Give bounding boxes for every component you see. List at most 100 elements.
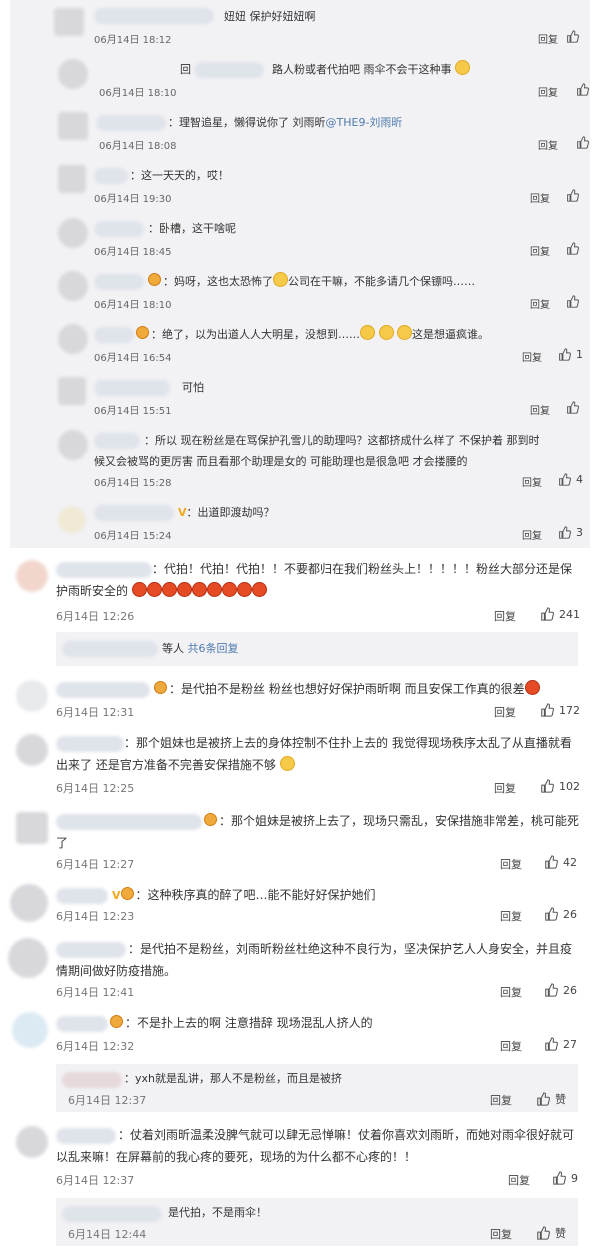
like-button[interactable]: 赞 bbox=[536, 1225, 566, 1241]
comment-date: 6月14日 12:37 bbox=[56, 1174, 135, 1187]
reply-button[interactable]: 回复 bbox=[500, 856, 522, 872]
username[interactable] bbox=[62, 641, 158, 657]
verified-badge-icon: V bbox=[112, 889, 121, 902]
like-button[interactable]: 102 bbox=[540, 779, 580, 793]
like-button[interactable] bbox=[576, 83, 589, 96]
comment-date: 6月14日 12:41 bbox=[56, 986, 135, 999]
avatar[interactable] bbox=[16, 812, 48, 844]
username[interactable] bbox=[94, 380, 170, 396]
thumbs-up-icon bbox=[567, 295, 579, 308]
avatar[interactable] bbox=[16, 734, 48, 766]
like-button[interactable]: 1 bbox=[558, 348, 583, 361]
reply-button[interactable]: 回复 bbox=[530, 296, 550, 311]
sub-replies-summary[interactable]: 等人 共6条回复 bbox=[56, 632, 578, 666]
view-more-replies-link[interactable]: 共6条回复 bbox=[188, 642, 239, 655]
username[interactable] bbox=[96, 115, 166, 131]
username[interactable] bbox=[56, 888, 108, 904]
reply-button[interactable]: 回复 bbox=[500, 984, 522, 1000]
username[interactable] bbox=[56, 1016, 108, 1032]
emoji-icon bbox=[397, 325, 412, 340]
like-button[interactable] bbox=[566, 189, 579, 202]
avatar[interactable] bbox=[16, 560, 48, 592]
fan-badge-icon bbox=[110, 1015, 123, 1028]
avatar[interactable] bbox=[10, 884, 48, 922]
avatar[interactable] bbox=[58, 271, 88, 301]
avatar[interactable] bbox=[58, 377, 86, 405]
avatar[interactable] bbox=[12, 1012, 48, 1048]
mention-link[interactable]: @THE9-刘雨昕 bbox=[326, 116, 403, 129]
nested-comment: ：理智追星，懒得说你了 刘雨昕@THE9-刘雨昕 06月14日 18:08 回复 bbox=[10, 106, 590, 159]
like-button[interactable]: 26 bbox=[544, 907, 577, 921]
avatar[interactable] bbox=[54, 8, 84, 36]
reply-button[interactable]: 回复 bbox=[500, 1038, 522, 1054]
thumbs-up-icon bbox=[559, 473, 571, 486]
username[interactable] bbox=[94, 221, 144, 237]
verified-badge-icon: V bbox=[178, 506, 187, 519]
avatar[interactable] bbox=[58, 218, 88, 248]
thumbs-up-icon bbox=[545, 855, 558, 869]
like-button[interactable]: 42 bbox=[544, 855, 577, 869]
reply-button[interactable]: 回复 bbox=[490, 1092, 512, 1108]
like-button[interactable]: 27 bbox=[544, 1037, 577, 1051]
reply-button[interactable]: 回复 bbox=[530, 402, 550, 417]
username[interactable] bbox=[194, 62, 264, 78]
username[interactable] bbox=[94, 274, 144, 290]
comment-item: ：那个姐妹是被挤上去了，现场只需乱，安保措施非常差，桃可能死了 6月14日 12… bbox=[0, 806, 600, 878]
username[interactable] bbox=[62, 1206, 162, 1222]
avatar[interactable] bbox=[8, 938, 48, 978]
reply-button[interactable]: 回复 bbox=[494, 704, 516, 720]
reply-button[interactable]: 回复 bbox=[522, 527, 542, 542]
like-button[interactable]: 赞 bbox=[536, 1091, 566, 1107]
thumbs-up-icon bbox=[577, 83, 589, 96]
comment-text: ：不是扑上去的啊 注意措辞 现场混乱人挤人的 bbox=[110, 1012, 373, 1034]
like-button[interactable] bbox=[566, 401, 579, 414]
comment-text: 可怕 bbox=[182, 381, 204, 394]
like-button[interactable] bbox=[566, 30, 579, 43]
nested-comment: ：所以 现在粉丝是在骂保护孔雪儿的助理吗？这都挤成什么样了 不保护着 那到时候又… bbox=[10, 424, 590, 496]
reply-button[interactable]: 回复 bbox=[530, 243, 550, 258]
like-button[interactable]: 26 bbox=[544, 983, 577, 997]
reply-button[interactable]: 回复 bbox=[500, 908, 522, 924]
avatar[interactable] bbox=[58, 165, 86, 193]
username[interactable] bbox=[94, 327, 134, 343]
thumbs-up-icon bbox=[541, 607, 554, 621]
username[interactable] bbox=[56, 682, 150, 698]
sub-reply-text: 是代拍，不是雨伞！ bbox=[168, 1206, 267, 1219]
reply-button[interactable]: 回复 bbox=[494, 608, 516, 624]
like-button[interactable]: 172 bbox=[540, 703, 580, 717]
comment-item: ：是代拍不是粉丝，刘雨昕粉丝杜绝这种不良行为，坚决保护艺人人身安全，并且疫情期间… bbox=[0, 934, 600, 1006]
scared-emoji-icon bbox=[273, 272, 288, 287]
username[interactable] bbox=[62, 1072, 122, 1088]
avatar[interactable] bbox=[58, 506, 86, 534]
reply-button[interactable]: 回复 bbox=[494, 780, 516, 796]
username[interactable] bbox=[94, 168, 128, 184]
avatar[interactable] bbox=[58, 59, 88, 89]
reply-button[interactable]: 回复 bbox=[522, 474, 542, 489]
avatar[interactable] bbox=[16, 1126, 48, 1158]
reply-button[interactable]: 回复 bbox=[538, 137, 558, 152]
reply-button[interactable]: 回复 bbox=[508, 1172, 530, 1188]
like-button[interactable]: 3 bbox=[558, 526, 583, 539]
reply-button[interactable]: 回复 bbox=[538, 84, 558, 99]
reply-button[interactable]: 回复 bbox=[530, 190, 550, 205]
reply-button[interactable]: 回复 bbox=[538, 31, 558, 46]
avatar[interactable] bbox=[58, 112, 88, 140]
nested-replies-block: 妞妞 保护好妞妞啊 06月14日 18:12 回复 回 路人粉或者代拍吧 雨伞不… bbox=[10, 0, 590, 548]
avatar[interactable] bbox=[16, 680, 48, 712]
like-button[interactable] bbox=[566, 242, 579, 255]
comment-text: V：出道即渡劫吗？ bbox=[178, 506, 275, 519]
like-button[interactable]: 241 bbox=[540, 607, 580, 621]
like-button[interactable]: 4 bbox=[558, 473, 583, 486]
avatar[interactable] bbox=[58, 430, 88, 460]
username[interactable] bbox=[94, 8, 214, 24]
username[interactable] bbox=[94, 505, 174, 521]
like-button[interactable] bbox=[576, 136, 589, 149]
like-button[interactable]: 9 bbox=[552, 1171, 578, 1185]
comment-date: 06月14日 15:24 bbox=[94, 531, 172, 542]
comment-text: V ：这种秩序真的醉了吧…能不能好好保护她们 bbox=[112, 887, 376, 902]
reply-button[interactable]: 回复 bbox=[490, 1226, 512, 1242]
avatar[interactable] bbox=[58, 324, 88, 354]
like-button[interactable] bbox=[566, 295, 579, 308]
reply-button[interactable]: 回复 bbox=[522, 349, 542, 364]
sub-summary-text: 等人 共6条回复 bbox=[162, 642, 239, 655]
